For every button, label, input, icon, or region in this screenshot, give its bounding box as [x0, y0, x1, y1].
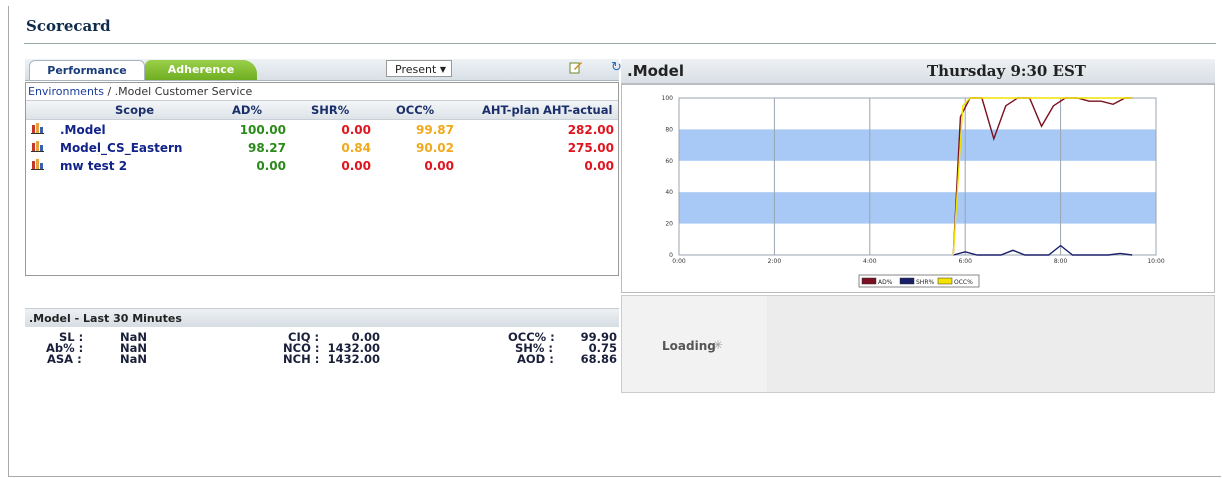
breadcrumb: Environments / .Model Customer Service — [28, 85, 252, 98]
aht-actual-value: 275.00 — [567, 141, 614, 155]
bar-chart-icon[interactable] — [31, 158, 44, 170]
scorecard-grid: Environments / .Model Customer Service S… — [25, 82, 619, 276]
asa-value: NaN — [120, 352, 148, 366]
col-occ[interactable]: OCC% — [396, 103, 434, 117]
x-tick-label: 4:00 — [863, 258, 877, 265]
col-shr[interactable]: SHR% — [311, 103, 349, 117]
aht-actual-value: 0.00 — [584, 159, 614, 173]
plot-area — [678, 97, 1157, 256]
table-header: Scope AD% SHR% OCC% AHT-plan AHT-actual — [26, 100, 618, 120]
loading-pane: Loading ✳ — [622, 296, 767, 392]
aht-actual-value: 282.00 — [567, 123, 614, 137]
table-row[interactable]: mw test 2 0.00 0.00 0.00 0.00 — [26, 157, 618, 175]
nch-value: 1432.00 — [327, 352, 380, 366]
y-tick-label: 0 — [669, 252, 673, 259]
occ-value: 0.00 — [424, 159, 454, 173]
aod-label: AOD : — [517, 352, 554, 366]
edit-icon[interactable] — [569, 60, 583, 74]
aod-value: 68.86 — [580, 352, 617, 366]
series-line-shr-pct — [953, 244, 1133, 256]
chevron-down-icon: ▼ — [439, 65, 446, 74]
y-tick-label: 100 — [662, 95, 674, 102]
legend-swatch — [937, 277, 953, 285]
adherence-chart: 0:00 2:00 4:00 6:00 8:00 10:00 0 20 40 60 80 100 AD%… — [621, 84, 1215, 293]
loading-empty-pane — [767, 296, 1214, 392]
model-title: .Model — [627, 62, 684, 80]
shr-value: 0.00 — [341, 123, 371, 137]
ad-value: 0.00 — [256, 159, 286, 173]
period-select-value: Present — [395, 63, 437, 76]
chart-svg: 0:00 2:00 4:00 6:00 8:00 10:00 0 20 40 60 80 100 AD%… — [662, 95, 1165, 288]
shr-value: 0.84 — [341, 141, 371, 155]
chart-band — [679, 129, 1156, 161]
nch-label: NCH : — [283, 352, 320, 366]
breadcrumb-current: .Model Customer Service — [114, 85, 253, 98]
asa-label: ASA : — [47, 352, 82, 366]
tab-performance[interactable]: Performance — [29, 60, 145, 80]
x-tick-label: 2:00 — [768, 258, 782, 265]
scope-link[interactable]: mw test 2 — [60, 159, 127, 173]
page-title: Scorecard — [26, 17, 111, 35]
y-tick-label: 40 — [665, 189, 673, 196]
breadcrumb-separator: / — [103, 85, 115, 98]
spinner-icon: ✳ — [713, 338, 724, 352]
scope-link[interactable]: Model_CS_Eastern — [60, 141, 182, 155]
tab-bar: Performance Adherence Present ▼ ↻ — [25, 59, 622, 81]
breadcrumb-environments[interactable]: Environments — [28, 85, 104, 98]
loading-panel: Loading ✳ — [621, 295, 1215, 393]
col-scope[interactable]: Scope — [115, 103, 154, 117]
legend-swatch — [861, 277, 877, 285]
x-tick-label: 8:00 — [1054, 258, 1068, 265]
legend-label: OCC% — [954, 279, 973, 286]
series-line-occ-pct — [952, 97, 1133, 256]
loading-text: Loading — [662, 339, 716, 353]
shr-value: 0.00 — [341, 159, 371, 173]
bar-chart-icon[interactable] — [31, 122, 44, 134]
period-select[interactable]: Present ▼ — [386, 60, 452, 77]
title-divider — [24, 43, 1216, 44]
x-tick-label: 0:00 — [672, 258, 686, 265]
scope-link[interactable]: .Model — [60, 123, 106, 137]
occ-value: 90.02 — [416, 141, 454, 155]
bar-chart-icon[interactable] — [31, 140, 44, 152]
series-line-ad-pct — [952, 97, 1133, 256]
col-ad[interactable]: AD% — [232, 103, 262, 117]
y-tick-label: 20 — [665, 221, 673, 228]
legend-label: AD% — [878, 279, 893, 286]
table-row[interactable]: .Model 100.00 0.00 99.87 282.00 — [26, 121, 618, 139]
y-tick-label: 60 — [665, 158, 673, 165]
summary-title: .Model - Last 30 Minutes — [25, 308, 619, 327]
occ-value: 99.87 — [416, 123, 454, 137]
col-aht-plan[interactable]: AHT-plan — [482, 103, 540, 117]
col-aht-actual[interactable]: AHT-actual — [543, 103, 612, 117]
ad-value: 100.00 — [239, 123, 286, 137]
y-tick-label: 80 — [665, 126, 673, 133]
summary-panel: .Model - Last 30 Minutes SL : NaN Ab% : … — [25, 308, 619, 370]
ad-value: 98.27 — [248, 141, 286, 155]
chart-header: .Model Thursday 9:30 EST — [621, 59, 1215, 84]
chart-band — [679, 192, 1156, 224]
tab-adherence[interactable]: Adherence — [145, 60, 257, 80]
legend-swatch — [899, 277, 915, 285]
x-tick-label: 6:00 — [958, 258, 972, 265]
legend-label: SHR% — [916, 279, 934, 286]
x-tick-label: 10:00 — [1147, 258, 1164, 265]
time-title: Thursday 9:30 EST — [927, 62, 1086, 80]
table-row[interactable]: Model_CS_Eastern 98.27 0.84 90.02 275.00 — [26, 139, 618, 157]
